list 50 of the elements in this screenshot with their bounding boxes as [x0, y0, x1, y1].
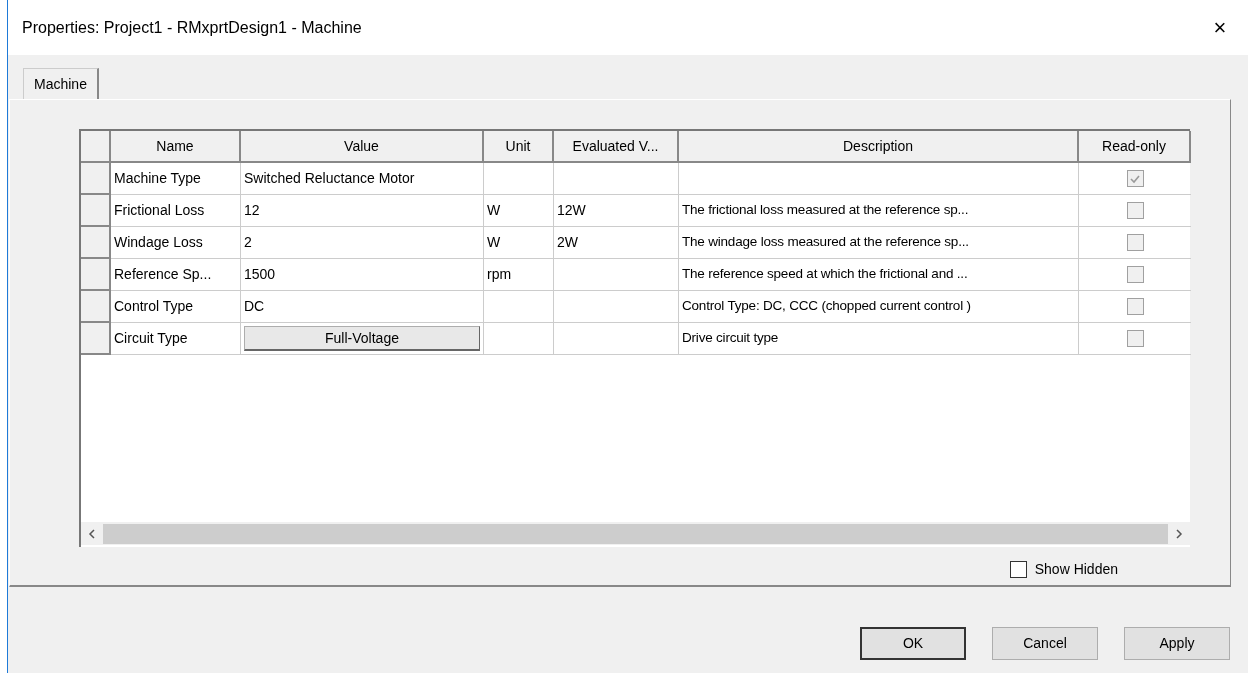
- table-cell-text: 12: [244, 201, 260, 220]
- show-hidden-checkbox[interactable]: [1009, 561, 1027, 578]
- table-cell-text: Switched Reluctance Motor: [244, 169, 415, 188]
- dialog-button[interactable]: Apply: [1124, 627, 1230, 660]
- table-cell: rpm: [484, 259, 554, 291]
- table-cell-text: 1500: [244, 265, 276, 284]
- row-header[interactable]: [81, 195, 111, 227]
- read-only-checkbox[interactable]: [1126, 330, 1144, 347]
- column-header[interactable]: Name: [111, 131, 241, 163]
- read-only-checkbox[interactable]: [1126, 298, 1144, 315]
- table-cell: Drive circuit type: [679, 323, 1079, 355]
- row-header[interactable]: [81, 227, 111, 259]
- row-header[interactable]: [81, 259, 111, 291]
- read-only-checkbox[interactable]: [1126, 170, 1144, 187]
- column-header[interactable]: Read-only: [1079, 131, 1191, 163]
- table-cell: Machine Type: [111, 163, 241, 195]
- table-cell: W: [484, 227, 554, 259]
- table-cell: The reference speed at which the frictional and ...: [679, 259, 1079, 291]
- table-cell-text: 2: [244, 233, 252, 252]
- row-header[interactable]: [81, 323, 111, 355]
- dialog-button[interactable]: Cancel: [992, 627, 1098, 660]
- read-only-checkbox[interactable]: [1126, 202, 1144, 219]
- table-cell: Frictional Loss: [111, 195, 241, 227]
- tab[interactable]: Machine: [23, 68, 99, 100]
- table-cell: Control Type: DC, CCC (chopped current control ): [679, 291, 1079, 323]
- checkbox-label: Show Hidden: [1034, 560, 1118, 579]
- table-cell: 12W: [554, 195, 679, 227]
- column-header[interactable]: Evaluated V...: [554, 131, 679, 163]
- window-title: Properties: Project1 - RMxprtDesign1 - Machine: [22, 17, 362, 38]
- read-only-checkbox[interactable]: [1126, 266, 1144, 283]
- column-header[interactable]: Value: [241, 131, 484, 163]
- row-header[interactable]: [81, 163, 111, 195]
- close-button[interactable]: ×: [1202, 9, 1238, 46]
- table-cell: The windage loss measured at the reference sp...: [679, 227, 1079, 259]
- read-only-checkbox[interactable]: [1126, 234, 1144, 251]
- table-cell: Circuit Type: [111, 323, 241, 355]
- table-cell-text: DC: [244, 297, 265, 316]
- column-header[interactable]: Description: [679, 131, 1079, 163]
- table-cell: W: [484, 195, 554, 227]
- column-header[interactable]: Unit: [484, 131, 554, 163]
- row-header[interactable]: [81, 291, 111, 323]
- table-cell: The frictional loss measured at the reference sp...: [679, 195, 1079, 227]
- table-cell: 2W: [554, 227, 679, 259]
- table-cell: Windage Loss: [111, 227, 241, 259]
- corner-header: [81, 131, 111, 163]
- dialog-button[interactable]: OK: [860, 627, 966, 660]
- table-cell: Control Type: [111, 291, 241, 323]
- table-cell: Reference Sp...: [111, 259, 241, 291]
- scrollbar-thumb[interactable]: [103, 523, 1168, 544]
- value-button[interactable]: Full-Voltage: [244, 326, 480, 351]
